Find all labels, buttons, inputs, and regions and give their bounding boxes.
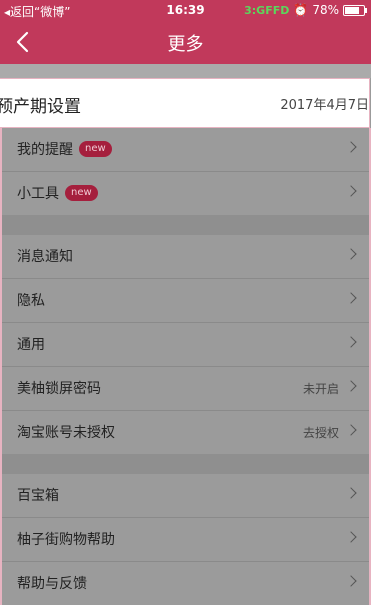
chevron-right-icon bbox=[345, 336, 357, 348]
chevron-right-icon bbox=[345, 575, 357, 587]
settings-row-label: 我的提醒 bbox=[17, 142, 73, 158]
chevron-right-icon bbox=[345, 487, 357, 499]
new-badge: new bbox=[79, 141, 112, 157]
new-badge: new bbox=[65, 185, 98, 201]
settings-row-value: 去授权 bbox=[302, 426, 339, 440]
due-date-setting-row[interactable]: 预产期设置 2017年4月7日 bbox=[0, 78, 370, 128]
alarm-icon: ⏰ bbox=[293, 3, 309, 17]
settings-row[interactable]: 帮助与反馈 bbox=[2, 562, 369, 605]
status-bar: ◂返回“微博” 16:39 3:GFFD ⏰ 78% bbox=[0, 0, 371, 20]
settings-row[interactable]: 柚子街购物帮助 bbox=[2, 518, 369, 562]
carrier-label: 3:GFFD bbox=[244, 3, 290, 17]
settings-row-label: 隐私 bbox=[17, 293, 45, 309]
section-gap bbox=[2, 454, 369, 474]
battery-icon bbox=[343, 4, 367, 16]
chevron-right-icon bbox=[345, 185, 357, 197]
nav-bar: 更多 bbox=[0, 20, 371, 64]
settings-row[interactable]: 淘宝账号未授权 去授权 bbox=[2, 411, 369, 454]
settings-row-label: 淘宝账号未授权 bbox=[17, 425, 115, 441]
settings-row[interactable]: 百宝箱 bbox=[2, 474, 369, 518]
settings-row-label: 帮助与反馈 bbox=[17, 576, 87, 592]
settings-row[interactable]: 我的提醒 new bbox=[2, 128, 369, 172]
status-right-cluster: 3:GFFD ⏰ 78% bbox=[244, 3, 367, 17]
settings-row-label: 小工具 bbox=[17, 186, 59, 202]
settings-row-label: 通用 bbox=[17, 337, 45, 353]
settings-row-label: 柚子街购物帮助 bbox=[17, 532, 115, 548]
battery-fill bbox=[345, 6, 359, 14]
settings-row-label: 百宝箱 bbox=[17, 488, 59, 504]
page-title: 更多 bbox=[167, 34, 204, 55]
chevron-right-icon bbox=[345, 248, 357, 260]
settings-group: 我的提醒 new 小工具 new bbox=[2, 128, 369, 215]
settings-group: 百宝箱柚子街购物帮助 帮助与反馈 bbox=[2, 474, 369, 605]
settings-row-label: 美柚锁屏密码 bbox=[17, 381, 101, 397]
settings-row[interactable]: 通用 bbox=[2, 323, 369, 367]
settings-row[interactable]: 美柚锁屏密码 未开启 bbox=[2, 367, 369, 411]
section-gap bbox=[0, 64, 371, 78]
chevron-right-icon bbox=[345, 141, 357, 153]
chevron-right-icon bbox=[345, 531, 357, 543]
section-gap bbox=[2, 215, 369, 235]
chevron-right-icon bbox=[345, 380, 357, 392]
chevron-right-icon bbox=[345, 292, 357, 304]
settings-row[interactable]: 隐私 bbox=[2, 279, 369, 323]
settings-row[interactable]: 小工具 new bbox=[2, 172, 369, 215]
settings-row[interactable]: 消息通知 bbox=[2, 235, 369, 279]
settings-group: 消息通知隐私通用美柚锁屏密码 未开启淘宝账号未授权 去授权 bbox=[2, 235, 369, 454]
due-date-label: 预产期设置 bbox=[0, 97, 81, 117]
chevron-right-icon bbox=[345, 424, 357, 436]
due-date-value: 2017年4月7日 bbox=[280, 98, 369, 113]
settings-list: 我的提醒 new 小工具 new 消息通知隐私通用美柚锁屏密码 未开启淘宝账号未授权 去授权… bbox=[0, 128, 371, 605]
settings-row-label: 消息通知 bbox=[17, 249, 73, 265]
battery-percent: 78% bbox=[312, 3, 339, 17]
settings-row-value: 未开启 bbox=[302, 382, 339, 396]
